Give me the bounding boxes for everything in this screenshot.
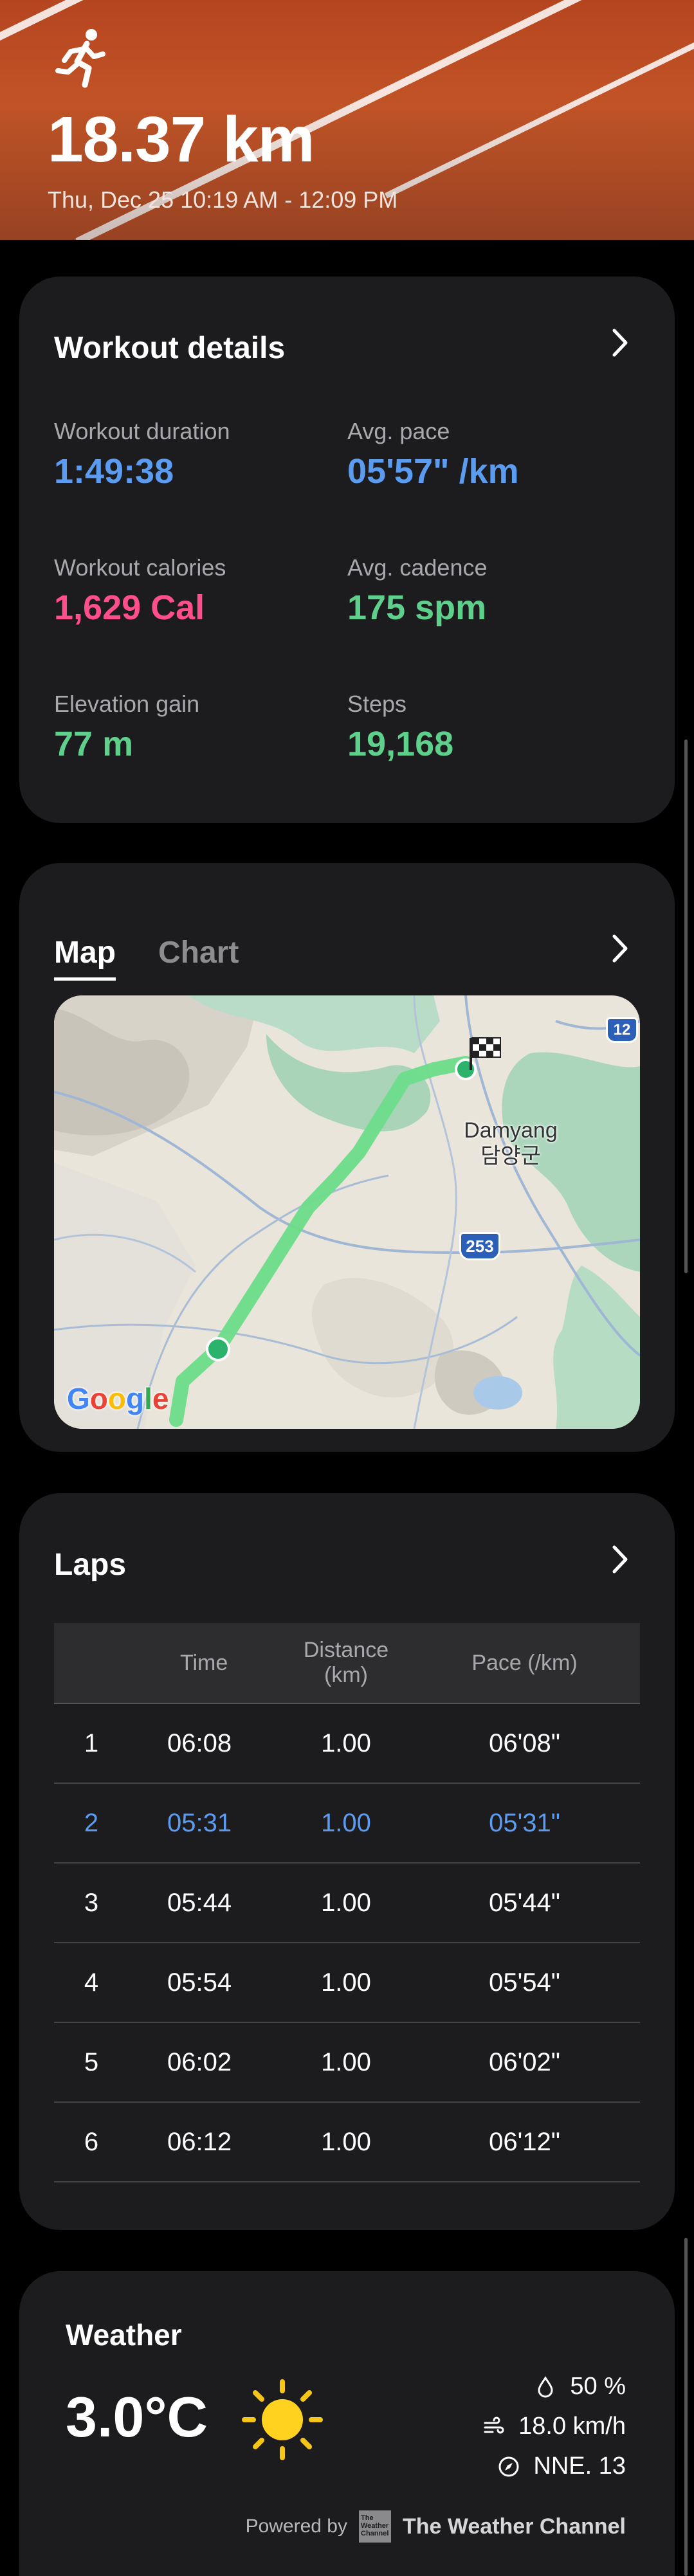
cadence-label: Avg. cadence	[347, 554, 488, 581]
lap-number: 5	[84, 2047, 99, 2076]
lap-pace: 05'44"	[489, 1888, 560, 1917]
weather-attribution[interactable]: Powered by The Weather Channel The Weath…	[246, 2510, 626, 2543]
humidity-value: 50 %	[570, 2373, 626, 2400]
weather-provider-name: The Weather Channel	[403, 2514, 626, 2539]
lap-time: 06:12	[167, 2127, 232, 2156]
humidity: 50 %	[534, 2373, 626, 2400]
table-row: 2 05:31 1.00 05'31"	[54, 1784, 640, 1864]
chevron-right-icon[interactable]	[604, 1543, 636, 1575]
compass-icon	[498, 2456, 519, 2476]
chevron-right-icon[interactable]	[604, 327, 636, 359]
pace-label: Avg. pace	[347, 418, 450, 444]
lap-distance: 1.00	[321, 1728, 371, 1757]
lap-time: 06:02	[167, 2047, 232, 2076]
lap-pace: 05'54"	[489, 1968, 560, 1997]
laps-card[interactable]: Laps Time Distance (km) Pace (/km) 1 06:…	[19, 1493, 675, 2230]
weather-channel-logo: The Weather Channel	[359, 2510, 391, 2543]
calories-label: Workout calories	[54, 554, 226, 581]
table-row: 1 06:08 1.00 06'08"	[54, 1704, 640, 1784]
droplet-icon	[538, 2375, 553, 2397]
column-header-pace: Pace (/km)	[471, 1650, 578, 1675]
weather-card: Weather 3.0°C 50 % 18.0 km/h NNE. 13 Pow…	[19, 2271, 675, 2576]
duration-label: Workout duration	[54, 418, 230, 444]
pace-value: 05'57" /km	[347, 452, 519, 491]
tab-chart[interactable]: Chart	[158, 935, 239, 970]
column-header-distance: Distance (km)	[303, 1638, 389, 1687]
table-row: 5 06:02 1.00 06'02"	[54, 2023, 640, 2103]
lap-number: 6	[84, 2127, 99, 2156]
lap-distance: 1.00	[321, 1968, 371, 1997]
active-tab-indicator	[54, 977, 116, 981]
wind-direction-value: NNE. 13	[533, 2453, 626, 2480]
workout-datetime: Thu, Dec 25 10:19 AM - 12:09 PM	[48, 186, 398, 213]
wind-speed: 18.0 km/h	[482, 2413, 626, 2440]
lap-pace: 06'02"	[489, 2047, 560, 2076]
lap-time: 05:54	[167, 1968, 232, 1997]
elevation-label: Elevation gain	[54, 691, 200, 717]
calories-value: 1,629 Cal	[54, 588, 205, 627]
lap-pace: 06'08"	[489, 1728, 560, 1757]
steps-label: Steps	[347, 691, 407, 717]
google-logo: Google	[67, 1382, 169, 1415]
laps-table: Time Distance (km) Pace (/km) 1 06:08 1.…	[54, 1623, 640, 2182]
lap-number: 1	[84, 1728, 99, 1757]
workout-details-card[interactable]: Workout details Workout duration 1:49:38…	[19, 277, 675, 823]
lap-number: 2	[84, 1808, 99, 1837]
steps-value: 19,168	[347, 725, 454, 763]
table-row: 6 06:12 1.00 06'12"	[54, 2103, 640, 2182]
total-distance: 18.37 km	[48, 104, 315, 176]
table-row: 3 05:44 1.00 05'44"	[54, 1864, 640, 1943]
scrollbar[interactable]	[684, 2238, 688, 2576]
powered-by-label: Powered by	[245, 2516, 347, 2537]
wind-icon	[484, 2417, 504, 2433]
map-terrain	[54, 995, 640, 1429]
route-map[interactable]: 12 253 Damyang 담양군 Google	[54, 995, 640, 1429]
lap-number: 4	[84, 1968, 99, 1997]
lap-pace: 05'31"	[489, 1808, 560, 1837]
chevron-right-icon[interactable]	[604, 932, 636, 965]
lap-distance: 1.00	[321, 2127, 371, 2156]
column-header-time: Time	[180, 1650, 228, 1675]
lap-distance: 1.00	[321, 2047, 371, 2076]
card-title: Workout details	[54, 331, 286, 365]
lap-pace: 06'12"	[489, 2127, 560, 2156]
map-place-label: Damyang 담양군	[464, 1118, 558, 1168]
cadence-value: 175 spm	[347, 588, 487, 627]
card-title: Laps	[54, 1548, 127, 1582]
laps-table-header: Time Distance (km) Pace (/km)	[54, 1623, 640, 1704]
tab-map[interactable]: Map	[54, 935, 116, 970]
sun-icon	[242, 2379, 323, 2460]
road-shield: 253	[459, 1232, 500, 1260]
running-person-icon	[55, 29, 105, 88]
lap-time: 06:08	[167, 1728, 232, 1757]
finish-flag-icon	[470, 1037, 501, 1070]
card-title: Weather	[66, 2318, 182, 2352]
wind-direction: NNE. 13	[497, 2453, 626, 2480]
road-shield: 12	[606, 1017, 638, 1043]
route-start-marker-icon	[206, 1337, 230, 1361]
workout-header: 18.37 km Thu, Dec 25 10:19 AM - 12:09 PM	[0, 0, 694, 240]
route-card: Map Chart 12 253 Damyang 담양군 Google	[19, 863, 675, 1452]
lap-time: 05:31	[167, 1808, 232, 1837]
duration-value: 1:49:38	[54, 452, 174, 491]
temperature: 3.0°C	[66, 2385, 208, 2449]
scrollbar[interactable]	[684, 739, 688, 1273]
lap-number: 3	[84, 1888, 99, 1917]
lap-distance: 1.00	[321, 1808, 371, 1837]
lap-distance: 1.00	[321, 1888, 371, 1917]
lap-time: 05:44	[167, 1888, 232, 1917]
wind-speed-value: 18.0 km/h	[518, 2413, 626, 2440]
elevation-value: 77 m	[54, 725, 134, 763]
table-row: 4 05:54 1.00 05'54"	[54, 1943, 640, 2023]
